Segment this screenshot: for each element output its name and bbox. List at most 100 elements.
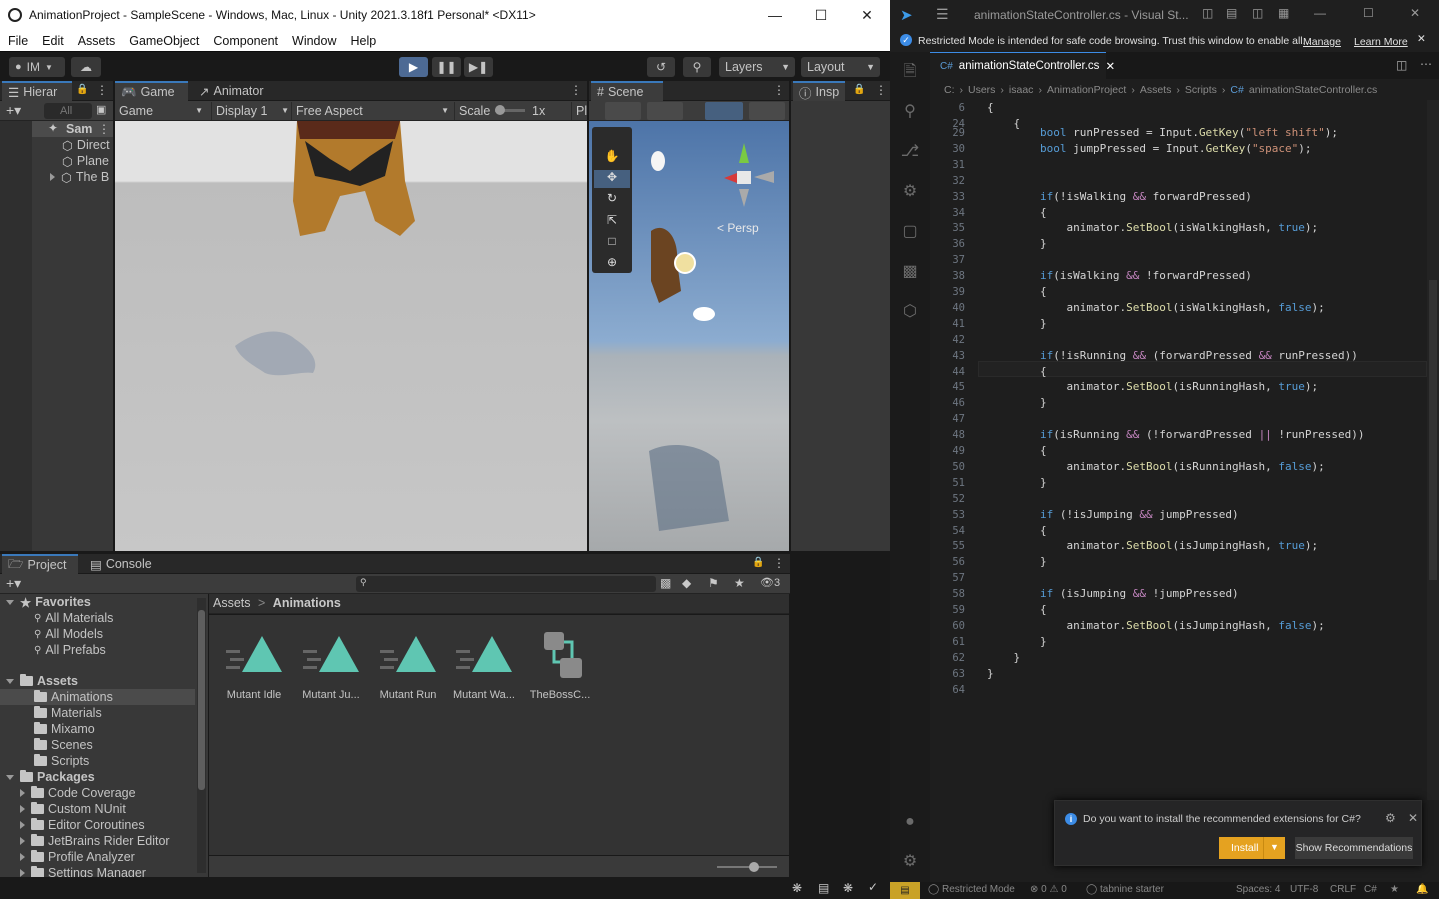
breadcrumb-item[interactable]: Scripts bbox=[1185, 84, 1217, 96]
folder-item[interactable]: Mixamo bbox=[34, 721, 95, 737]
install-dropdown-icon[interactable]: ▼ bbox=[1263, 837, 1285, 859]
code-line[interactable]: if(isWalking && !forwardPressed) bbox=[987, 268, 1252, 284]
tab-project[interactable]: 🗁 Project bbox=[2, 554, 78, 574]
close-button[interactable]: ✕ bbox=[844, 0, 890, 30]
breadcrumb-item[interactable]: C: bbox=[944, 84, 955, 96]
code-line[interactable]: animator.SetBool(isJumpingHash, true); bbox=[987, 538, 1318, 554]
asset-item[interactable]: Mutant Wa... bbox=[446, 630, 522, 701]
kebab-icon[interactable]: ⋮ bbox=[773, 556, 785, 570]
package-item[interactable]: JetBrains Rider Editor bbox=[20, 833, 170, 849]
code-line[interactable]: animator.SetBool(isWalkingHash, false); bbox=[987, 300, 1324, 316]
layers-dropdown[interactable]: Layers ▼ bbox=[719, 57, 795, 77]
history-icon[interactable]: ↺ bbox=[647, 57, 675, 77]
tab-close-icon[interactable]: ✕ bbox=[1105, 59, 1115, 73]
draw-mode-dropdown[interactable] bbox=[605, 102, 641, 120]
display-dropdown[interactable]: Display 1 ▼ bbox=[211, 102, 289, 120]
kebab-icon[interactable]: ⋮ bbox=[570, 83, 582, 97]
kebab-icon[interactable]: ⋮ bbox=[773, 83, 785, 97]
favorite-item[interactable]: ⚲ All Prefabs bbox=[34, 642, 106, 658]
toggle-sidebar-icon[interactable]: ◫ bbox=[1202, 6, 1213, 20]
code-line[interactable]: animator.SetBool(isRunningHash, false); bbox=[987, 459, 1324, 475]
banner-learn-more-link[interactable]: Learn More bbox=[1354, 36, 1408, 48]
tabnine-status[interactable]: ◯ tabnine starter bbox=[1086, 884, 1164, 895]
banner-close-icon[interactable]: ✕ bbox=[1417, 33, 1426, 45]
feedback-icon[interactable]: ★ bbox=[1390, 884, 1399, 895]
search-icon[interactable]: ⚲ bbox=[683, 57, 711, 77]
code-line[interactable]: } bbox=[987, 554, 1047, 570]
asset-item[interactable]: Mutant Ju... bbox=[293, 630, 369, 701]
run-debug-icon[interactable]: ⚙ bbox=[900, 182, 920, 202]
game-view-dropdown[interactable]: Game ▼ bbox=[117, 102, 203, 120]
code-line[interactable]: bool jumpPressed = Input.GetKey("space")… bbox=[987, 141, 1312, 157]
indentation-status[interactable]: Spaces: 4 bbox=[1236, 884, 1280, 895]
editor-scrollbar[interactable] bbox=[1427, 100, 1439, 800]
unity-extension-icon[interactable]: ⬡ bbox=[900, 302, 920, 322]
package-item[interactable]: Profile Analyzer bbox=[20, 849, 135, 865]
restricted-mode-status[interactable]: ◯ Restricted Mode bbox=[928, 884, 1015, 895]
kebab-icon[interactable]: ⋮ bbox=[96, 83, 108, 97]
code-line[interactable]: { bbox=[987, 602, 1047, 618]
lock-icon[interactable]: 🔒 bbox=[76, 84, 88, 95]
code-line[interactable]: } bbox=[987, 236, 1047, 252]
problems-status[interactable]: ⊗ 0 ⚠ 0 bbox=[1030, 884, 1067, 895]
hierarchy-item[interactable]: ⬡ The B bbox=[50, 169, 109, 185]
breadcrumb-animations[interactable]: Animations bbox=[273, 596, 341, 610]
code-editor[interactable]: 6{24 {29 bool runPressed = Input.GetKey(… bbox=[930, 100, 1439, 882]
code-line[interactable]: { bbox=[987, 523, 1047, 539]
menu-component[interactable]: Component bbox=[205, 34, 284, 48]
show-recommendations-button[interactable]: Show Recommendations bbox=[1295, 837, 1413, 859]
folder-item[interactable]: Scripts bbox=[34, 753, 89, 769]
hidden-packages-toggle[interactable]: 👁3 bbox=[760, 576, 780, 589]
close-button[interactable]: ✕ bbox=[1410, 6, 1420, 20]
scene-visibility-icon[interactable]: ▣ bbox=[96, 103, 106, 116]
layout-dropdown[interactable]: Layout ▼ bbox=[801, 57, 880, 77]
more-actions-icon[interactable]: ⋯ bbox=[1420, 57, 1432, 71]
code-line[interactable]: if(!isWalking && forwardPressed) bbox=[987, 189, 1252, 205]
tab-animator[interactable]: ↗ Animator bbox=[193, 81, 273, 101]
menu-window[interactable]: Window bbox=[284, 34, 342, 48]
cloud-icon[interactable]: ☁ bbox=[71, 57, 101, 77]
lock-icon[interactable]: 🔒 bbox=[752, 557, 764, 568]
menu-file[interactable]: File bbox=[0, 34, 34, 48]
search-by-type-icon[interactable]: ▩ bbox=[660, 576, 671, 590]
cache-icon[interactable]: ▤ bbox=[818, 881, 829, 895]
kebab-icon[interactable]: ⋮ bbox=[875, 83, 887, 97]
split-editor-icon[interactable]: ◫ bbox=[1396, 58, 1407, 72]
code-line[interactable]: } bbox=[987, 395, 1047, 411]
project-search-input[interactable]: ⚲ bbox=[356, 576, 656, 592]
folder-item-animations[interactable]: Animations bbox=[34, 689, 113, 705]
breadcrumb-assets[interactable]: Assets bbox=[213, 596, 251, 610]
code-line[interactable]: } bbox=[987, 650, 1020, 666]
scene-menu-icon[interactable]: ⋮ bbox=[98, 122, 110, 136]
code-line[interactable]: { bbox=[987, 205, 1047, 221]
notifications-bell-icon[interactable]: 🔔 bbox=[1416, 884, 1428, 895]
tab-inspector[interactable]: ⓘ Insp bbox=[793, 81, 845, 101]
search-icon[interactable]: ⚲ bbox=[900, 102, 920, 122]
hamburger-menu-icon[interactable]: ☰ bbox=[936, 6, 949, 23]
account-icon[interactable]: ● bbox=[900, 812, 920, 832]
menu-assets[interactable]: Assets bbox=[70, 34, 122, 48]
asset-item[interactable]: Mutant Idle bbox=[216, 630, 292, 701]
toggle-secondary-sidebar-icon[interactable]: ◫ bbox=[1252, 6, 1263, 20]
step-button[interactable]: ▶❚ bbox=[464, 57, 493, 77]
grid-snap-button[interactable] bbox=[705, 102, 743, 120]
code-line[interactable]: { bbox=[987, 100, 994, 116]
menu-gameobject[interactable]: GameObject bbox=[121, 34, 205, 48]
install-button[interactable]: Install ▼ bbox=[1219, 837, 1285, 859]
code-line[interactable]: { bbox=[987, 443, 1047, 459]
favorite-item[interactable]: ⚲ All Models bbox=[34, 626, 103, 642]
minimize-button[interactable]: — bbox=[752, 0, 798, 30]
package-item[interactable]: Custom NUnit bbox=[20, 801, 126, 817]
maximize-button[interactable]: ☐ bbox=[1363, 6, 1374, 20]
code-line[interactable]: { bbox=[987, 364, 1047, 380]
account-dropdown[interactable]: ● IM ▼ bbox=[9, 57, 65, 77]
code-line[interactable]: animator.SetBool(isRunningHash, true); bbox=[987, 379, 1318, 395]
auto-generate-icon[interactable]: ❋ bbox=[843, 881, 853, 895]
breadcrumb-item[interactable]: isaac bbox=[1009, 84, 1034, 96]
hierarchy-search-input[interactable]: All bbox=[44, 103, 92, 119]
code-line[interactable]: } bbox=[987, 634, 1047, 650]
breadcrumb-item[interactable]: Users bbox=[968, 84, 995, 96]
remote-explorer-icon[interactable]: ▢ bbox=[900, 222, 920, 242]
favorites-header[interactable]: ★ Favorites bbox=[6, 594, 91, 610]
shading-dropdown[interactable] bbox=[647, 102, 683, 120]
